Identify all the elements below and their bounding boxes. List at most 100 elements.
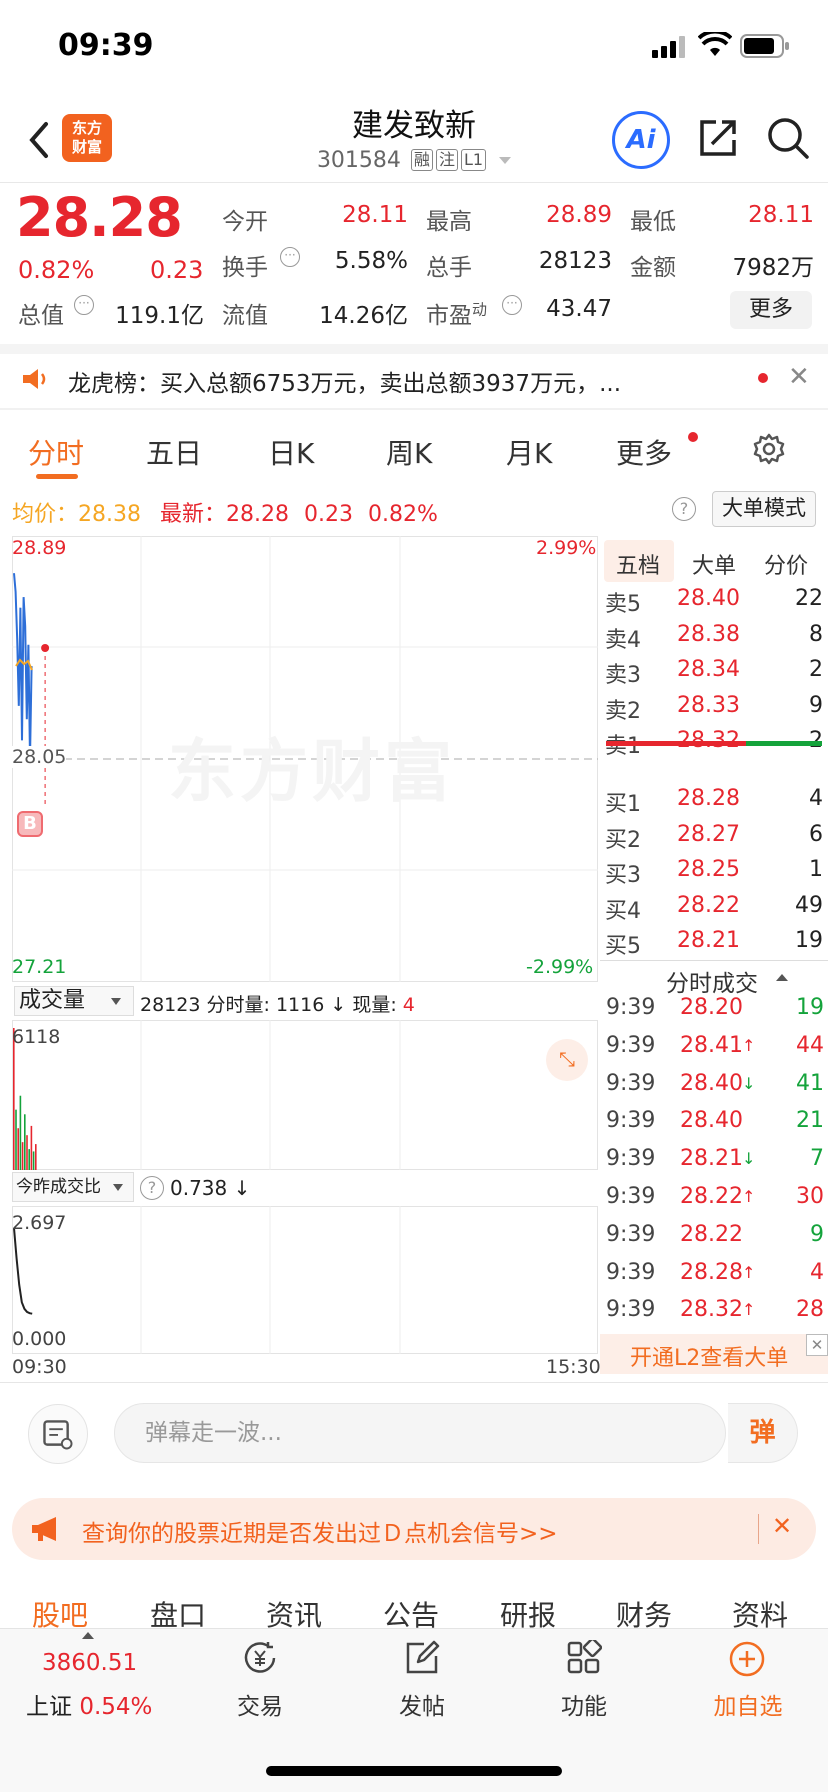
post-edit-icon[interactable] [404, 1640, 442, 1676]
ask-row[interactable]: 卖5 28.40 22 [605, 586, 823, 621]
bid-label: 买4 [605, 898, 641, 924]
post-label[interactable]: 发帖 [392, 1687, 452, 1721]
close-notice-icon[interactable]: ✕ [788, 362, 810, 392]
trade-row: 9:39 28.22 ↑ 30 [606, 1184, 824, 1222]
tab-weekly-k[interactable]: 周K [386, 432, 432, 472]
margin-tag: 融 [410, 149, 433, 171]
ask-price: 28.34 [677, 657, 740, 682]
tab-more[interactable]: 更多 [616, 432, 672, 472]
battery-icon [740, 34, 789, 58]
share-icon[interactable] [696, 116, 740, 160]
add-watchlist-label[interactable]: 加自选 [706, 1687, 790, 1721]
collapse-arrow-icon[interactable] [776, 974, 788, 981]
trade-row: 9:39 28.22 9 [606, 1222, 824, 1260]
ask-row[interactable]: 卖4 28.38 8 [605, 622, 823, 657]
search-icon[interactable] [766, 116, 810, 160]
volume-bar [15, 1109, 17, 1170]
close-promo-icon[interactable]: ✕ [772, 1512, 792, 1540]
volume-bar [32, 1151, 35, 1170]
ratio-indicator-dropdown[interactable]: 今昨成交比 [12, 1172, 134, 1202]
current-volume: 4 [402, 994, 415, 1016]
expand-chart-button[interactable]: ⤡ [546, 1039, 588, 1081]
down-arrow-icon: ↓ [233, 1176, 251, 1200]
time-axis-start: 09:30 [12, 1356, 67, 1378]
volume-indicator-dropdown[interactable]: 成交量 [14, 986, 134, 1016]
functions-grid-icon[interactable] [566, 1640, 602, 1676]
y-axis-pct-high: 2.99% [536, 537, 597, 559]
bid-row[interactable]: 买5 28.21 19 [605, 928, 823, 963]
latest-value: 28.28 [226, 502, 289, 527]
ask-quantity: 22 [795, 586, 823, 611]
buy-marker[interactable]: B [17, 811, 43, 837]
price-info-line: 均价：28.38 最新：28.28 0.23 0.82% [12, 496, 438, 528]
tab-daily-k[interactable]: 日K [268, 432, 314, 472]
y-axis-pct-low: -2.99% [526, 956, 594, 978]
bid-row[interactable]: 买3 28.25 1 [605, 857, 823, 892]
index-value[interactable]: 3860.51 [42, 1650, 137, 1676]
market-cap-label: 总值 [18, 303, 64, 329]
help-icon[interactable]: ? [672, 497, 696, 521]
volume-dropdown-label: 成交量 [19, 988, 86, 1013]
high-value: 28.89 [546, 202, 612, 228]
divider [0, 1382, 828, 1383]
ask-row[interactable]: 卖3 28.34 2 [605, 657, 823, 692]
index-expand-arrow-icon[interactable] [82, 1632, 94, 1639]
trades-title[interactable]: 分时成交 [666, 964, 758, 998]
bid-quantity: 6 [809, 821, 823, 847]
ask-label: 卖4 [605, 627, 641, 653]
trade-price: 28.40 [680, 1108, 743, 1134]
bid-row[interactable]: 买4 28.22 49 [605, 893, 823, 928]
bid-label: 买2 [605, 827, 641, 853]
bid-label: 买5 [605, 934, 641, 959]
trade-quantity: 28 [796, 1297, 824, 1323]
tab-five-levels[interactable]: 五档 [616, 548, 660, 580]
functions-label[interactable]: 功能 [554, 1687, 614, 1721]
ask-row[interactable]: 卖2 28.33 9 [605, 693, 823, 728]
trade-direction-icon: ↓ [742, 1073, 756, 1093]
float-cap-label: 流值 [222, 303, 268, 329]
volume-bar [13, 1028, 15, 1170]
tab-price-distribution[interactable]: 分价 [764, 548, 808, 580]
danmu-input[interactable]: 弹幕走一波... [114, 1403, 726, 1463]
ratio-line [13, 1227, 33, 1315]
volume-bar [21, 1142, 24, 1170]
send-danmu-button[interactable]: 弹 [728, 1403, 798, 1463]
wifi-icon [698, 32, 732, 56]
dropdown-arrow-icon[interactable] [499, 157, 512, 164]
bid-row[interactable]: 买1 28.28 4 [605, 786, 823, 821]
settings-gear-icon[interactable] [752, 432, 786, 466]
tab-minute[interactable]: 分时 [28, 432, 84, 472]
status-time: 09:39 [58, 28, 154, 63]
tab-monthly-k[interactable]: 月K [506, 432, 552, 472]
l2-promo-text[interactable]: 开通L2查看大单 [630, 1340, 788, 1372]
megaphone-icon [32, 1517, 56, 1541]
big-order-mode-button[interactable]: 大单模式 [712, 491, 816, 527]
dropdown-arrow-icon [113, 1184, 123, 1191]
trade-time: 9:39 [606, 1032, 656, 1058]
trade-yen-icon[interactable] [240, 1640, 280, 1676]
tab-big-orders[interactable]: 大单 [692, 548, 736, 580]
close-l2-icon[interactable]: ✕ [806, 1334, 828, 1356]
trade-time: 9:39 [606, 1070, 656, 1096]
ratio-axis-min: 0.000 [12, 1328, 67, 1350]
trade-row: 9:39 28.28 ↑ 4 [606, 1260, 824, 1298]
info-icon[interactable]: ··· [74, 295, 94, 315]
help-icon[interactable]: ? [140, 1176, 164, 1200]
tab-five-day[interactable]: 五日 [146, 432, 202, 472]
d-point-promo-text[interactable]: 查询你的股票近期是否发出过Ｄ点机会信号>> [82, 1514, 558, 1548]
add-watchlist-icon[interactable] [728, 1640, 766, 1678]
ratio-value-row: 0.738 ↓ [170, 1176, 250, 1200]
volume-bar [28, 1149, 30, 1170]
more-quote-button[interactable]: 更多 [730, 291, 812, 329]
index-name[interactable]: 上证 0.54% [26, 1687, 152, 1721]
bid-row[interactable]: 买2 28.27 6 [605, 822, 823, 857]
ai-assistant-button[interactable]: Ai [612, 111, 670, 169]
danmu-list-icon[interactable] [28, 1404, 88, 1464]
bid-quantity: 1 [809, 857, 823, 882]
divider [0, 182, 828, 183]
market-cap-value: 119.1亿 [115, 303, 204, 329]
trade-label[interactable]: 交易 [230, 1687, 290, 1721]
info-icon[interactable]: ··· [280, 247, 300, 267]
open-label: 今开 [222, 209, 268, 235]
dragon-tiger-notice[interactable]: 龙虎榜：买入总额6753万元，卖出总额3937万元，... [68, 364, 621, 398]
